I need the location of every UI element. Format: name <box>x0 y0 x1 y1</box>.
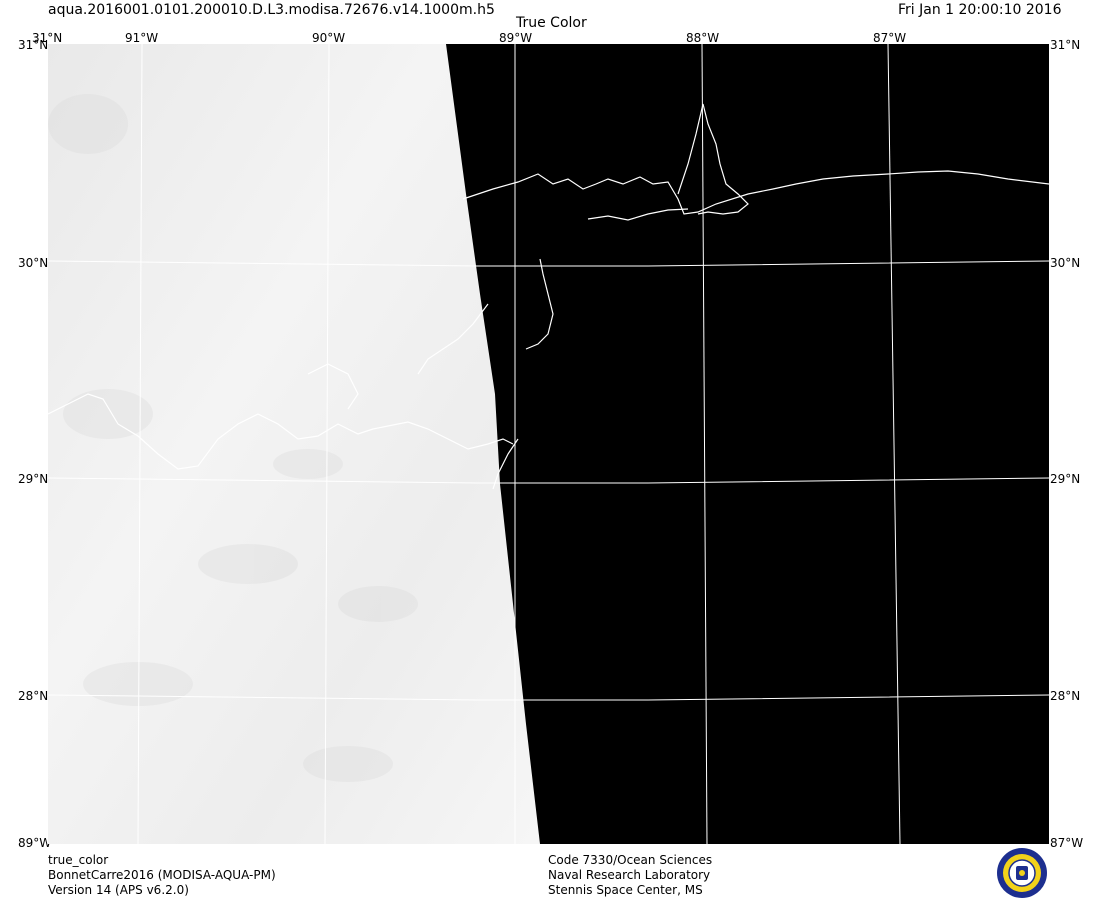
lon-label-bottom-right: 87°W <box>1050 836 1084 850</box>
nrl-seal-icon <box>997 848 1047 898</box>
lon-label-87w: 87°W <box>873 31 907 45</box>
lon-label-88w: 88°W <box>686 31 720 45</box>
lat-label-right-30n: 30°N <box>1050 256 1081 270</box>
lon-label-91w: 91°W <box>125 31 159 45</box>
lat-label-left-28n: 28°N <box>18 689 49 703</box>
file-name: aqua.2016001.0101.200010.D.L3.modisa.726… <box>48 2 495 18</box>
lon-label-bottom-left: 89°W <box>18 836 52 850</box>
org-name: Naval Research Laboratory <box>548 868 711 882</box>
map-canvas <box>48 44 1049 844</box>
product-name: true_color <box>48 853 109 867</box>
lat-label-left-31n: 31°N <box>18 38 49 52</box>
lat-label-left-30n: 30°N <box>18 256 49 270</box>
lon-label-89w: 89°W <box>499 31 533 45</box>
cloud-swath <box>48 44 540 844</box>
org-location: Stennis Space Center, MS <box>548 883 703 897</box>
lat-label-right-31n: 31°N <box>1050 38 1081 52</box>
org-code: Code 7330/Ocean Sciences <box>548 853 713 867</box>
footer-left: true_color BonnetCarre2016 (MODISA-AQUA-… <box>48 853 276 898</box>
product-title: True Color <box>516 15 587 31</box>
project-name: BonnetCarre2016 (MODISA-AQUA-PM) <box>48 868 276 882</box>
acquisition-datetime: Fri Jan 1 20:00:10 2016 <box>898 2 1062 18</box>
version-info: Version 14 (APS v6.2.0) <box>48 883 189 897</box>
satellite-map <box>48 44 1049 844</box>
lon-label-90w: 90°W <box>312 31 346 45</box>
lat-label-left-29n: 29°N <box>18 472 49 486</box>
lat-label-right-29n: 29°N <box>1050 472 1081 486</box>
footer-center: Code 7330/Ocean Sciences Naval Research … <box>548 853 712 898</box>
lat-label-right-28n: 28°N <box>1050 689 1081 703</box>
